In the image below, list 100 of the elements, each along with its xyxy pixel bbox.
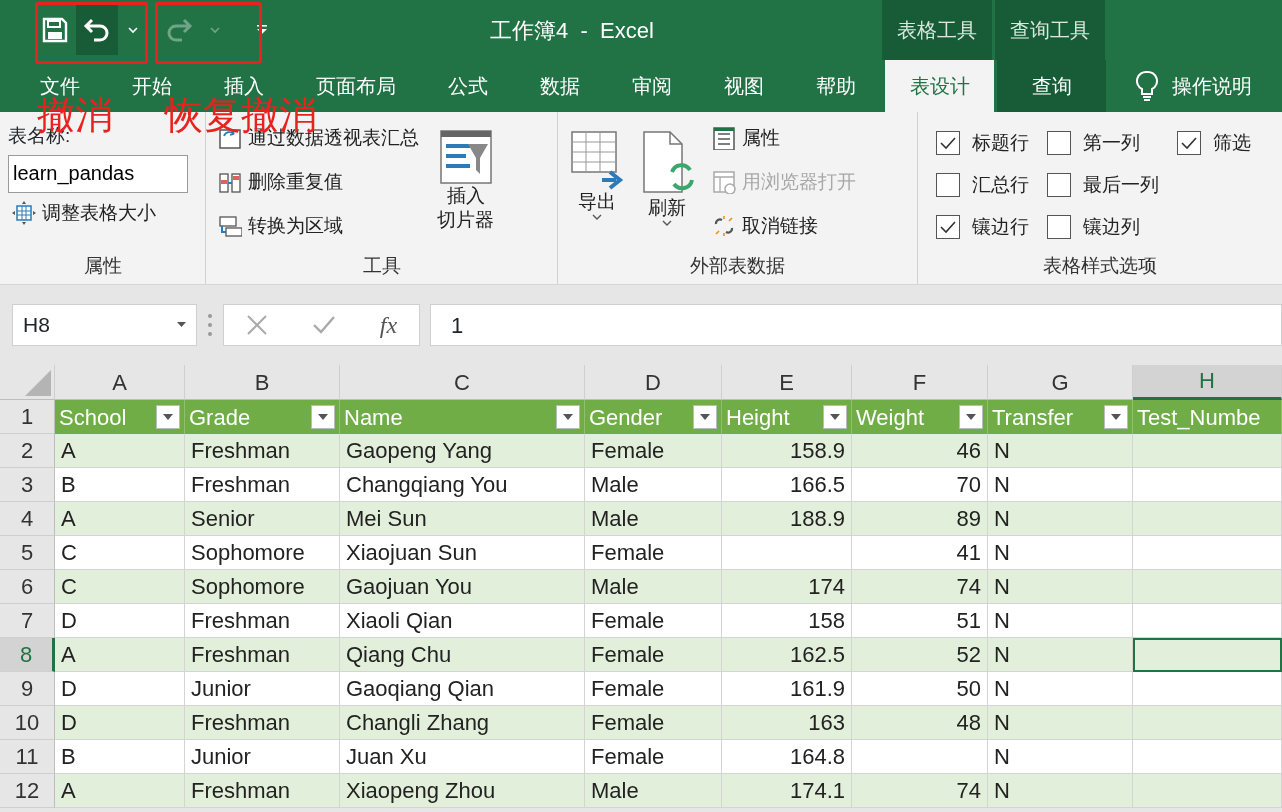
row-header[interactable]: 3: [0, 468, 55, 502]
table-cell[interactable]: Sophomore: [185, 536, 340, 570]
table-cell[interactable]: N: [988, 638, 1133, 672]
ribbon-tab[interactable]: 帮助: [790, 60, 882, 112]
table-cell[interactable]: N: [988, 536, 1133, 570]
checkbox-option[interactable]: 镶边列: [1047, 206, 1159, 248]
table-cell[interactable]: Male: [585, 774, 722, 808]
checkbox-option[interactable]: 第一列: [1047, 122, 1159, 164]
table-cell[interactable]: [852, 740, 988, 774]
table-name-field[interactable]: learn_pandas: [8, 154, 188, 193]
table-cell[interactable]: N: [988, 570, 1133, 604]
table-cell[interactable]: 158: [722, 604, 852, 638]
table-cell[interactable]: Female: [585, 434, 722, 468]
table-cell[interactable]: Xiaopeng Zhou: [340, 774, 585, 808]
table-cell[interactable]: Male: [585, 502, 722, 536]
ribbon-tab[interactable]: 审阅: [606, 60, 698, 112]
table-cell[interactable]: N: [988, 740, 1133, 774]
table-cell[interactable]: [1133, 706, 1282, 740]
row-header[interactable]: 2: [0, 434, 55, 468]
table-cell[interactable]: Junior: [185, 740, 340, 774]
column-header[interactable]: G: [988, 365, 1133, 400]
table-cell[interactable]: 74: [852, 570, 988, 604]
table-cell[interactable]: D: [55, 706, 185, 740]
export-button[interactable]: 导出: [566, 128, 628, 252]
refresh-button[interactable]: 刷新: [636, 128, 698, 252]
row-header[interactable]: 8: [0, 638, 55, 672]
column-header[interactable]: B: [185, 365, 340, 400]
table-cell[interactable]: 48: [852, 706, 988, 740]
table-cell[interactable]: [1133, 604, 1282, 638]
table-cell[interactable]: Juan Xu: [340, 740, 585, 774]
table-cell[interactable]: N: [988, 502, 1133, 536]
table-cell[interactable]: 166.5: [722, 468, 852, 502]
row-header[interactable]: 5: [0, 536, 55, 570]
table-cell[interactable]: Sophomore: [185, 570, 340, 604]
row-header[interactable]: 10: [0, 706, 55, 740]
column-header[interactable]: E: [722, 365, 852, 400]
table-cell[interactable]: 52: [852, 638, 988, 672]
table-cell[interactable]: Freshman: [185, 774, 340, 808]
table-cell[interactable]: Xiaojuan Sun: [340, 536, 585, 570]
filter-button[interactable]: [693, 405, 717, 429]
table-cell[interactable]: 174: [722, 570, 852, 604]
table-cell[interactable]: N: [988, 468, 1133, 502]
checkbox-option[interactable]: 筛选: [1177, 122, 1251, 164]
select-all-icon[interactable]: [25, 370, 51, 396]
table-cell[interactable]: 46: [852, 434, 988, 468]
table-cell[interactable]: N: [988, 774, 1133, 808]
table-cell[interactable]: 50: [852, 672, 988, 706]
table-cell[interactable]: C: [55, 570, 185, 604]
properties-button[interactable]: 属性: [708, 122, 860, 155]
table-cell[interactable]: 70: [852, 468, 988, 502]
table-cell[interactable]: [1133, 434, 1282, 468]
table-cell[interactable]: 51: [852, 604, 988, 638]
table-cell[interactable]: Female: [585, 740, 722, 774]
column-header[interactable]: D: [585, 365, 722, 400]
filter-button[interactable]: [156, 405, 180, 429]
table-cell[interactable]: A: [55, 774, 185, 808]
table-cell[interactable]: 41: [852, 536, 988, 570]
filter-button[interactable]: [1104, 405, 1128, 429]
table-cell[interactable]: [1133, 638, 1282, 672]
table-cell[interactable]: 161.9: [722, 672, 852, 706]
checkbox-option[interactable]: 镶边行: [936, 206, 1029, 248]
formula-field[interactable]: 1: [430, 304, 1282, 346]
undo-button[interactable]: [76, 5, 118, 55]
resize-table-button[interactable]: 调整表格大小: [8, 196, 188, 229]
table-cell[interactable]: Female: [585, 706, 722, 740]
table-cell[interactable]: Gaopeng Yang: [340, 434, 585, 468]
name-box[interactable]: H8: [12, 304, 197, 346]
row-header[interactable]: 9: [0, 672, 55, 706]
table-cell[interactable]: Gaoqiang Qian: [340, 672, 585, 706]
column-header[interactable]: C: [340, 365, 585, 400]
table-cell[interactable]: 89: [852, 502, 988, 536]
table-cell[interactable]: B: [55, 468, 185, 502]
table-cell[interactable]: Female: [585, 536, 722, 570]
cancel-icon[interactable]: [245, 314, 268, 336]
table-cell[interactable]: [1133, 740, 1282, 774]
table-cell[interactable]: [1133, 570, 1282, 604]
ribbon-tab[interactable]: 公式: [422, 60, 514, 112]
insert-function-button[interactable]: fx: [379, 307, 398, 343]
table-cell[interactable]: A: [55, 638, 185, 672]
table-cell[interactable]: Male: [585, 468, 722, 502]
table-cell[interactable]: Changli Zhang: [340, 706, 585, 740]
table-cell[interactable]: N: [988, 604, 1133, 638]
table-cell[interactable]: C: [55, 536, 185, 570]
table-cell[interactable]: Male: [585, 570, 722, 604]
table-cell[interactable]: Female: [585, 638, 722, 672]
table-cell[interactable]: [1133, 774, 1282, 808]
table-cell[interactable]: [722, 536, 852, 570]
remove-duplicates-button[interactable]: 删除重复值: [214, 165, 423, 199]
row-header[interactable]: 11: [0, 740, 55, 774]
table-cell[interactable]: N: [988, 672, 1133, 706]
table-cell[interactable]: Xiaoli Qian: [340, 604, 585, 638]
table-cell[interactable]: Qiang Chu: [340, 638, 585, 672]
table-cell[interactable]: [1133, 536, 1282, 570]
column-header[interactable]: H: [1133, 365, 1282, 400]
table-cell[interactable]: D: [55, 672, 185, 706]
table-cell[interactable]: A: [55, 502, 185, 536]
table-cell[interactable]: N: [988, 706, 1133, 740]
filter-button[interactable]: [823, 405, 847, 429]
table-cell[interactable]: Mei Sun: [340, 502, 585, 536]
table-cell[interactable]: D: [55, 604, 185, 638]
